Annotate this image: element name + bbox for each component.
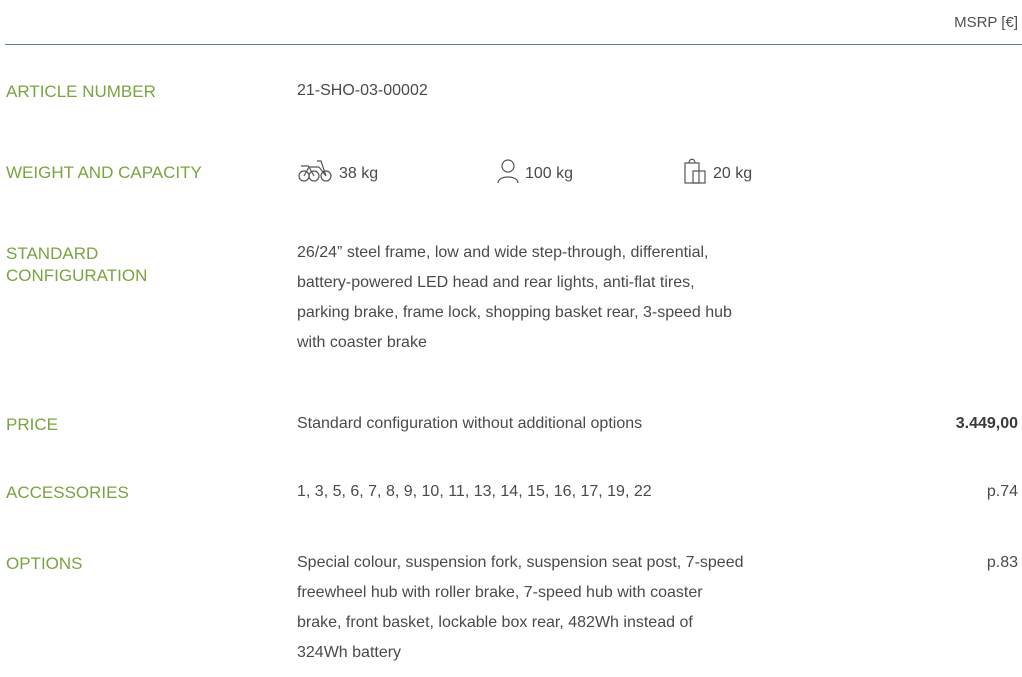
bag-icon (683, 158, 713, 189)
weight-capacity-label: WEIGHT AND CAPACITY (6, 163, 202, 182)
standard-config-line: 26/24” steel frame, low and wide step-th… (297, 244, 709, 261)
bike-weight-value: 38 kg (339, 164, 379, 182)
person-icon (497, 158, 525, 189)
standard-config-line: parking brake, frame lock, shopping bask… (297, 304, 732, 321)
standard-config-line: battery-powered LED head and rear lights… (297, 274, 695, 291)
accessories-list: 1, 3, 5, 6, 7, 8, 9, 10, 11, 13, 14, 15,… (297, 483, 652, 500)
price-description: Standard configuration without additiona… (297, 415, 643, 432)
luggage-capacity: 20 kg (683, 158, 752, 189)
article-number-label: ARTICLE NUMBER (6, 82, 156, 101)
options-line: Special colour, suspension fork, suspens… (297, 554, 744, 571)
rider-capacity: 100 kg (497, 158, 573, 189)
price-amount: 3.449,00 (955, 415, 1018, 432)
standard-config-label: STANDARD CONFIGURATION (6, 243, 147, 287)
options-line: brake, front basket, lockable box rear, … (297, 614, 693, 631)
standard-config-label-line2: CONFIGURATION (6, 266, 148, 285)
header-divider (5, 44, 1022, 45)
price-label: PRICE (6, 415, 58, 434)
options-page-ref: p.83 (986, 554, 1018, 571)
luggage-capacity-value: 20 kg (713, 164, 753, 182)
options-text: Special colour, suspension fork, suspens… (297, 548, 744, 668)
standard-config-label-line1: STANDARD (6, 244, 99, 263)
accessories-page-ref: p.74 (986, 483, 1018, 500)
options-line: freewheel hub with roller brake, 7-speed… (297, 584, 703, 601)
standard-config-text: 26/24” steel frame, low and wide step-th… (297, 238, 732, 358)
options-label: OPTIONS (6, 554, 83, 573)
options-line: 324Wh battery (297, 644, 402, 661)
msrp-header: MSRP [€] (954, 14, 1018, 31)
rider-capacity-value: 100 kg (525, 164, 574, 182)
article-number-value: 21-SHO-03-00002 (297, 82, 428, 99)
standard-config-line: with coaster brake (297, 334, 427, 351)
bike-weight: 38 kg (297, 158, 378, 189)
accessories-label: ACCESSORIES (6, 483, 129, 502)
tricycle-icon (297, 158, 339, 189)
